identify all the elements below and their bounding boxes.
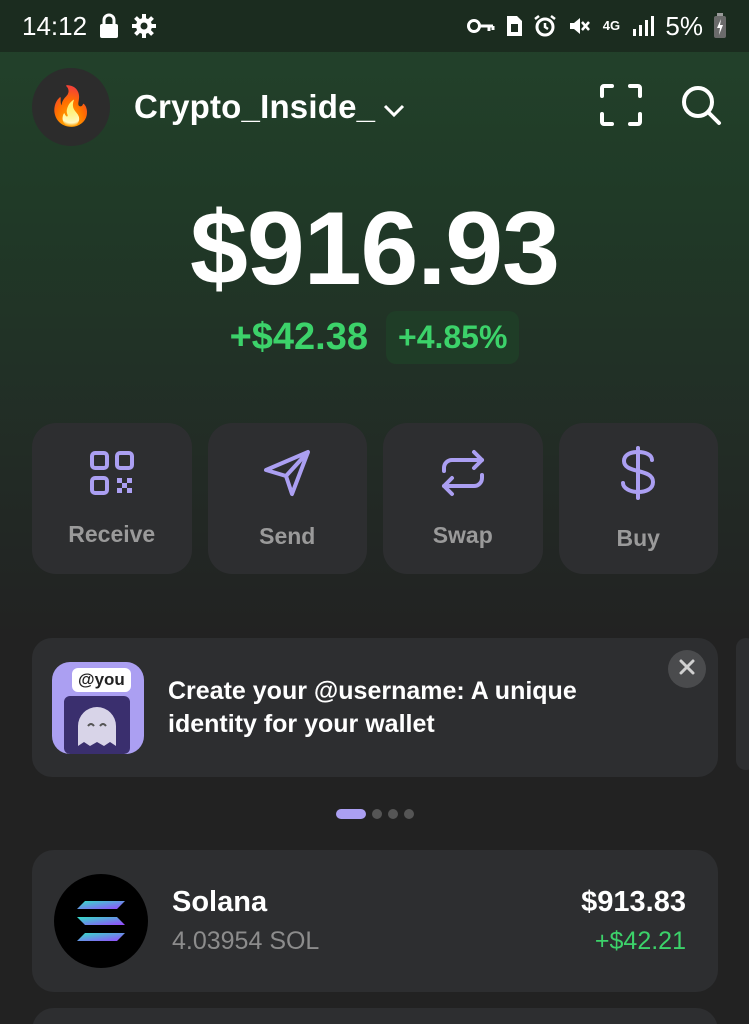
close-banner-button[interactable]	[668, 650, 706, 688]
send-label: Send	[259, 522, 316, 549]
network-type-icon: 4G	[602, 18, 621, 33]
token-row-partial[interactable]	[32, 1008, 718, 1024]
swap-label: Swap	[432, 521, 493, 548]
swap-icon	[440, 449, 486, 502]
carousel-dot[interactable]	[371, 809, 382, 819]
token-row-solana[interactable]: Solana 4.03954 SOL $913.83 +$42.21	[32, 850, 718, 992]
username-tag: @you	[72, 667, 131, 692]
action-buttons: Receive Send Swap Buy	[32, 423, 718, 574]
account-switcher[interactable]: Crypto_Inside_	[134, 88, 405, 126]
carousel-dot-active[interactable]	[335, 809, 366, 819]
banner-thumbnail: @you	[52, 661, 144, 754]
sim-card-icon	[505, 14, 523, 38]
vpn-key-icon	[467, 17, 495, 35]
lock-icon	[97, 13, 121, 39]
ghost-icon	[64, 695, 130, 754]
buy-button[interactable]: Buy	[558, 423, 718, 574]
token-amount: 4.03954 SOL	[172, 927, 320, 955]
settings-gear-icon	[131, 13, 157, 39]
portfolio-balance: $916.93	[190, 191, 560, 307]
token-name: Solana	[172, 886, 268, 918]
change-percent-badge: +4.85%	[386, 311, 520, 364]
qr-code-icon	[89, 450, 135, 501]
next-banner-peek[interactable]	[736, 638, 749, 770]
token-change: +$42.21	[594, 927, 686, 955]
send-button[interactable]: Send	[207, 423, 367, 574]
token-value: $913.83	[581, 886, 686, 918]
receive-label: Receive	[68, 520, 156, 547]
chevron-down-icon	[383, 88, 405, 126]
carousel-indicator	[0, 809, 749, 819]
header: 🔥 Crypto_Inside_	[32, 68, 722, 146]
carousel-dot[interactable]	[403, 809, 414, 819]
send-icon	[262, 448, 312, 503]
battery-charging-icon	[713, 13, 727, 39]
status-time: 14:12	[22, 10, 88, 41]
close-icon	[679, 659, 695, 680]
account-name: Crypto_Inside_	[134, 88, 376, 125]
mute-icon	[567, 14, 591, 38]
search-icon[interactable]	[680, 84, 722, 131]
alarm-icon	[533, 14, 557, 38]
solana-logo-icon	[54, 874, 148, 968]
change-amount: +$42.38	[229, 316, 368, 358]
swap-button[interactable]: Swap	[383, 423, 543, 574]
signal-icon	[631, 15, 655, 37]
account-avatar[interactable]: 🔥	[32, 68, 110, 146]
receive-button[interactable]: Receive	[32, 423, 192, 574]
status-bar: 14:12 4G 5%	[0, 0, 749, 52]
scan-qr-icon[interactable]	[600, 83, 642, 131]
carousel-dot[interactable]	[387, 809, 398, 819]
dollar-icon	[618, 445, 658, 505]
fire-emoji-icon: 🔥	[47, 86, 95, 128]
username-promo-banner[interactable]: @you Create your @username: A unique ide…	[32, 638, 718, 777]
buy-label: Buy	[616, 524, 660, 551]
battery-percent: 5%	[665, 10, 703, 41]
portfolio-change: +$42.38 +4.85%	[0, 311, 749, 364]
banner-text: Create your @username: A unique identity…	[168, 676, 577, 738]
